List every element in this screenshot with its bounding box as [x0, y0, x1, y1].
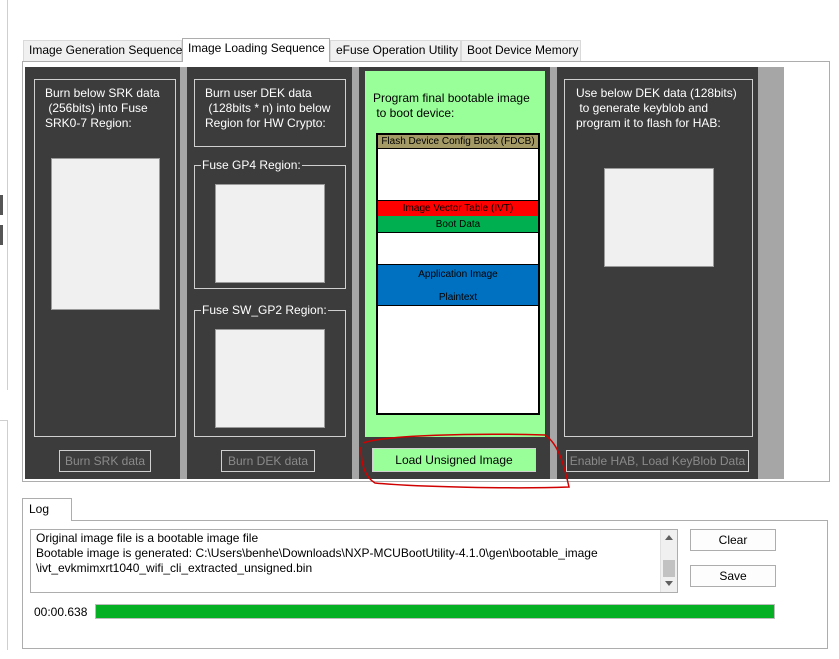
save-button[interactable]: Save [690, 565, 776, 587]
left-window-edge-mark [0, 225, 3, 245]
application-image-label: Application Image [418, 269, 498, 280]
hab-panel: Use below DEK data (128bits) to generate… [557, 67, 758, 479]
burn-dek-button[interactable]: Burn DEK data [221, 450, 315, 472]
srk-title: Burn below SRK data (256bits) into Fuse … [45, 86, 160, 130]
tab-image-generation-sequence[interactable]: Image Generation Sequence [23, 40, 182, 61]
log-scrollbar[interactable] [660, 530, 677, 592]
bootable-image-diagram: Flash Device Config Block (FDCB) Image V… [376, 133, 540, 415]
enable-hab-load-keyblob-button[interactable]: Enable HAB, Load KeyBlob Data [566, 450, 749, 472]
fdcb-block: Flash Device Config Block (FDCB) [378, 135, 538, 149]
tab-efuse-operation-utility[interactable]: eFuse Operation Utility [330, 40, 461, 61]
dek-frame: Burn user DEK data (128bits * n) into be… [194, 79, 346, 147]
hab-frame: Use below DEK data (128bits) to generate… [564, 79, 753, 437]
fuse-gp4-group: Fuse GP4 Region: [194, 158, 346, 289]
burn-srk-button[interactable]: Burn SRK data [59, 450, 151, 472]
srk-data-box [51, 158, 160, 310]
program-panel: Program final bootable image to boot dev… [359, 67, 550, 479]
left-window-edge-lower [0, 420, 8, 650]
srk-panel: Burn below SRK data (256bits) into Fuse … [25, 67, 180, 479]
progress-fill [96, 605, 774, 618]
tab-boot-device-memory[interactable]: Boot Device Memory [461, 40, 581, 61]
log-line: Bootable image is generated: C:\Users\be… [36, 546, 598, 560]
scroll-down-arrow-icon[interactable] [665, 581, 673, 586]
boot-data-block: Boot Data [378, 216, 538, 233]
scrollbar-thumb[interactable] [663, 560, 675, 577]
left-window-edge-mark [0, 195, 3, 215]
application-image-block: Application Image Plaintext [378, 264, 538, 306]
fuse-sw-gp2-label: Fuse SW_GP2 Region: [201, 303, 328, 317]
program-title: Program final bootable image to boot dev… [373, 91, 530, 120]
log-line: Original image file is a bootable image … [36, 531, 259, 545]
hab-title: Use below DEK data (128bits) to generate… [576, 86, 737, 130]
log-line: \ivt_evkmimxrt1040_wifi_cli_extracted_un… [36, 561, 313, 575]
clear-button[interactable]: Clear [690, 529, 776, 551]
fuse-sw-gp2-data-box [215, 329, 325, 428]
program-area: Program final bootable image to boot dev… [365, 71, 545, 437]
dek-title: Burn user DEK data (128bits * n) into be… [205, 86, 331, 130]
fuse-gp4-label: Fuse GP4 Region: [201, 158, 302, 172]
scroll-up-arrow-icon[interactable] [665, 535, 673, 540]
red-annotation-outline [360, 433, 570, 489]
ivt-block: Image Vector Table (IVT) [378, 200, 538, 216]
hab-dek-data-box [604, 168, 714, 267]
progress-bar [95, 604, 775, 619]
fuse-gp4-data-box [215, 184, 325, 283]
log-textbox[interactable]: Original image file is a bootable image … [30, 529, 678, 593]
plaintext-label: Plaintext [438, 292, 478, 303]
dek-panel: Burn user DEK data (128bits * n) into be… [187, 67, 352, 479]
elapsed-time: 00:00.638 [34, 605, 88, 619]
tab-image-loading-sequence[interactable]: Image Loading Sequence [182, 38, 330, 62]
srk-frame: Burn below SRK data (256bits) into Fuse … [34, 79, 176, 437]
log-tab[interactable]: Log [22, 498, 72, 521]
fuse-sw-gp2-group: Fuse SW_GP2 Region: [194, 303, 346, 437]
